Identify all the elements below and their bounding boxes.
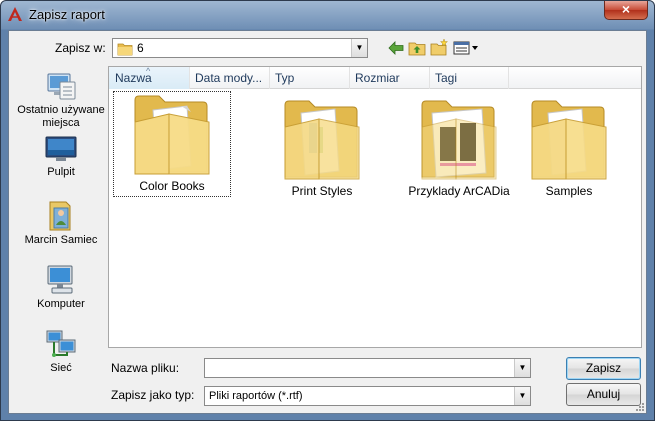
place-label: Marcin Samiec <box>24 234 98 246</box>
sort-ascending-icon: ^ <box>146 66 151 76</box>
close-button[interactable]: × <box>604 1 648 20</box>
recent-places-icon <box>47 73 76 100</box>
file-item[interactable]: Samples <box>510 97 628 198</box>
folder-icon <box>531 100 607 180</box>
place-desktop[interactable]: Pulpit <box>15 134 107 179</box>
file-item-name: Samples <box>545 184 593 198</box>
folder-icon <box>134 95 210 175</box>
place-computer[interactable]: Komputer <box>15 262 107 311</box>
folder-icon <box>421 100 497 180</box>
file-item-name: Przyklady ArCADia <box>408 184 510 198</box>
chevron-down-icon[interactable]: ▼ <box>514 387 530 405</box>
places-bar: Ostatnio używane miejsca Pulpit Marcin S… <box>15 64 107 374</box>
resize-grip-icon[interactable] <box>633 400 645 412</box>
computer-icon <box>47 265 73 294</box>
column-type[interactable]: Typ <box>269 67 350 89</box>
column-header: ^ Nazwa Data mody... Typ Rozmiar Tagi <box>109 66 641 89</box>
save-in-value: 6 <box>137 41 144 55</box>
filetype-select[interactable]: Pliki raportów (*.rtf) ▼ <box>204 386 531 406</box>
place-user[interactable]: Marcin Samiec <box>15 198 107 247</box>
file-item-name: Color Books <box>139 179 205 193</box>
back-arrow-icon[interactable] <box>386 38 406 58</box>
dialog-body: Zapisz w: 6 ▼ Ostatnio używane miejsca P… <box>8 30 647 414</box>
place-label: Sieć <box>50 362 72 374</box>
column-tags[interactable]: Tagi <box>429 67 509 89</box>
save-in-label: Zapisz w: <box>55 41 106 55</box>
network-icon <box>46 330 76 357</box>
filetype-value: Pliki raportów (*.rtf) <box>209 390 303 402</box>
filename-input[interactable]: ▼ <box>204 358 531 378</box>
column-date-modified[interactable]: Data mody... <box>189 67 270 89</box>
filename-label: Nazwa pliku: <box>111 361 180 375</box>
user-folder-icon <box>49 201 71 231</box>
file-item[interactable]: Color Books <box>113 91 231 197</box>
filetype-label: Zapisz jako typ: <box>111 388 195 402</box>
place-label: Ostatnio używane miejsca <box>17 104 105 129</box>
place-network[interactable]: Sieć <box>15 326 107 375</box>
file-item-name: Print Styles <box>291 184 353 198</box>
folder-icon <box>284 100 360 180</box>
folder-icon <box>117 43 133 56</box>
views-menu-icon[interactable] <box>452 38 480 58</box>
cancel-button[interactable]: Anuluj <box>566 383 641 406</box>
file-list[interactable]: ^ Nazwa Data mody... Typ Rozmiar Tagi Co… <box>108 66 642 348</box>
column-name[interactable]: ^ Nazwa <box>109 66 190 89</box>
chevron-down-icon[interactable]: ▼ <box>514 359 530 377</box>
desktop-icon <box>45 136 77 161</box>
file-item[interactable]: Przyklady ArCADia <box>389 97 529 198</box>
chevron-down-icon[interactable]: ▼ <box>351 39 367 57</box>
title-bar[interactable]: Zapisz raport × <box>1 1 654 29</box>
save-in-combo[interactable]: 6 ▼ <box>112 38 368 58</box>
file-item[interactable]: Print Styles <box>263 97 381 198</box>
place-label: Pulpit <box>47 166 75 178</box>
save-report-dialog: Zapisz raport × Zapisz w: 6 ▼ Ostatnio u… <box>0 0 655 421</box>
column-size[interactable]: Rozmiar <box>349 67 430 89</box>
save-button[interactable]: Zapisz <box>566 357 641 380</box>
place-label: Komputer <box>37 298 85 310</box>
folder-up-icon[interactable] <box>407 38 427 58</box>
place-recent[interactable]: Ostatnio używane miejsca <box>15 68 107 130</box>
new-folder-icon[interactable] <box>429 38 449 58</box>
app-logo-icon <box>8 7 22 21</box>
window-title: Zapisz raport <box>29 7 105 22</box>
